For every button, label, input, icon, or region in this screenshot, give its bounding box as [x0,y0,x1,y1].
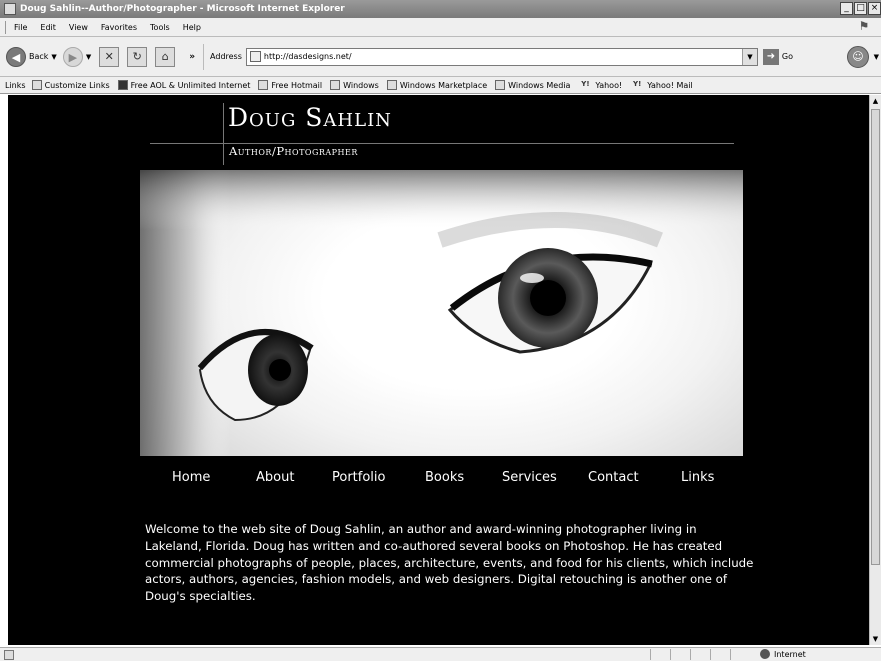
status-pane [650,649,670,660]
menu-view[interactable]: View [69,23,88,32]
links-bar: Links Customize Links Free AOL & Unlimit… [0,77,881,94]
minimize-button[interactable]: _ [840,2,853,15]
standard-toolbar: ◀ Back ▼ ▶ ▼ ✕ ↻ ⌂ » Address http://dasd… [0,37,881,77]
link-label: Windows Marketplace [399,80,488,90]
link-free-aol[interactable]: Free AOL & Unlimited Internet [117,80,251,90]
stop-icon[interactable]: ✕ [99,46,120,67]
go-arrow-icon: ➜ [762,48,779,65]
toolbar-overflow-chevron[interactable]: » [189,52,195,62]
yahoo-icon: Y! [633,80,642,88]
page-icon [495,80,506,90]
link-free-hotmail[interactable]: Free Hotmail [258,80,322,90]
header-divider-vertical [223,103,224,165]
nav-about[interactable]: About [256,470,294,485]
back-label: Back [29,52,49,61]
page-icon [330,80,341,90]
status-pane [730,649,750,660]
messenger-icon[interactable]: ☺ [847,46,869,68]
ie-icon [4,3,16,15]
status-pane [710,649,730,660]
page-icon [31,80,42,90]
maximize-button[interactable]: □ [854,2,867,15]
menu-tools[interactable]: Tools [150,23,170,32]
site-tagline: Author/Photographer [229,144,358,158]
link-label: Customize Links [44,80,110,90]
menu-help[interactable]: Help [183,23,201,32]
nav-links[interactable]: Links [681,470,714,485]
nav-home[interactable]: Home [172,470,210,485]
link-label: Free Hotmail [271,80,323,90]
link-label: Yahoo! Mail [647,80,693,90]
scroll-thumb[interactable] [871,109,880,565]
address-dropdown-icon[interactable]: ▼ [741,48,757,65]
windows-icon [386,80,397,90]
page-icon [249,51,261,62]
yahoo-icon: Y! [581,80,590,88]
refresh-icon[interactable]: ↻ [127,46,148,67]
page-content: Doug Sahlin Author/Photographer Home Abo… [8,95,869,645]
link-windows-marketplace[interactable]: Windows Marketplace [386,80,488,90]
menu-favorites[interactable]: Favorites [101,23,137,32]
status-panes [650,649,750,660]
address-bar[interactable]: http://dasdesigns.net/ ▼ [245,47,758,66]
hero-image-eyes [140,170,743,456]
go-label: Go [781,52,793,61]
status-pane [670,649,690,660]
scroll-up-arrow-icon[interactable]: ▲ [870,95,881,107]
globe-icon [760,649,770,659]
link-yahoo[interactable]: Y! Yahoo! [578,80,622,90]
address-label: Address [210,52,242,61]
intro-paragraph: Welcome to the web site of Doug Sahlin, … [145,522,754,604]
site-title: Doug Sahlin [228,103,392,132]
menu-file[interactable]: File [14,23,27,32]
go-button[interactable]: ➜ Go [762,48,793,65]
nav-services[interactable]: Services [502,470,557,485]
menu-bar: File Edit View Favorites Tools Help ⚑ [0,18,881,37]
forward-button[interactable]: ▶ ▼ [62,46,91,67]
nav-books[interactable]: Books [425,470,464,485]
page-icon [258,80,269,90]
menu-edit[interactable]: Edit [40,23,56,32]
vertical-scrollbar[interactable]: ▲ ▼ [869,95,881,645]
toolbar-grip[interactable] [5,20,8,34]
window-controls: _ □ × [839,2,881,15]
messenger-dropdown-icon[interactable]: ▼ [874,53,879,61]
home-icon[interactable]: ⌂ [155,46,176,67]
page-status-icon [4,649,14,660]
links-label: Links [5,80,26,90]
site-nav: Home About Portfolio Books Services Cont… [140,470,743,488]
link-label: Windows [343,80,379,90]
eyes-photo [140,170,743,456]
status-pane [690,649,710,660]
back-dropdown-icon[interactable]: ▼ [51,53,56,61]
close-button[interactable]: × [868,2,881,15]
nav-portfolio[interactable]: Portfolio [332,470,385,485]
security-zone: Internet [760,649,806,659]
window-title-bar[interactable]: Doug Sahlin--Author/Photographer - Micro… [0,0,881,18]
link-label: Yahoo! [595,80,623,90]
address-url[interactable]: http://dasdesigns.net/ [264,52,352,61]
link-windows[interactable]: Windows [330,80,379,90]
forward-dropdown-icon[interactable]: ▼ [86,53,91,61]
nav-contact[interactable]: Contact [588,470,639,485]
forward-arrow-icon: ▶ [62,46,83,67]
window-title: Doug Sahlin--Author/Photographer - Micro… [20,4,345,14]
scroll-down-arrow-icon[interactable]: ▼ [870,633,881,645]
status-bar: Internet [0,647,881,661]
link-label: Windows Media [508,80,571,90]
link-customize-links[interactable]: Customize Links [31,80,110,90]
link-yahoo-mail[interactable]: Y! Yahoo! Mail [630,80,693,90]
zone-label: Internet [774,649,806,659]
back-button[interactable]: ◀ Back ▼ [6,46,57,67]
link-label: Free AOL & Unlimited Internet [130,80,251,90]
link-windows-media[interactable]: Windows Media [495,80,570,90]
toolbar-separator [203,43,205,70]
aol-icon [117,80,128,90]
windows-flag-icon: ⚑ [858,19,870,33]
back-arrow-icon: ◀ [6,46,26,67]
